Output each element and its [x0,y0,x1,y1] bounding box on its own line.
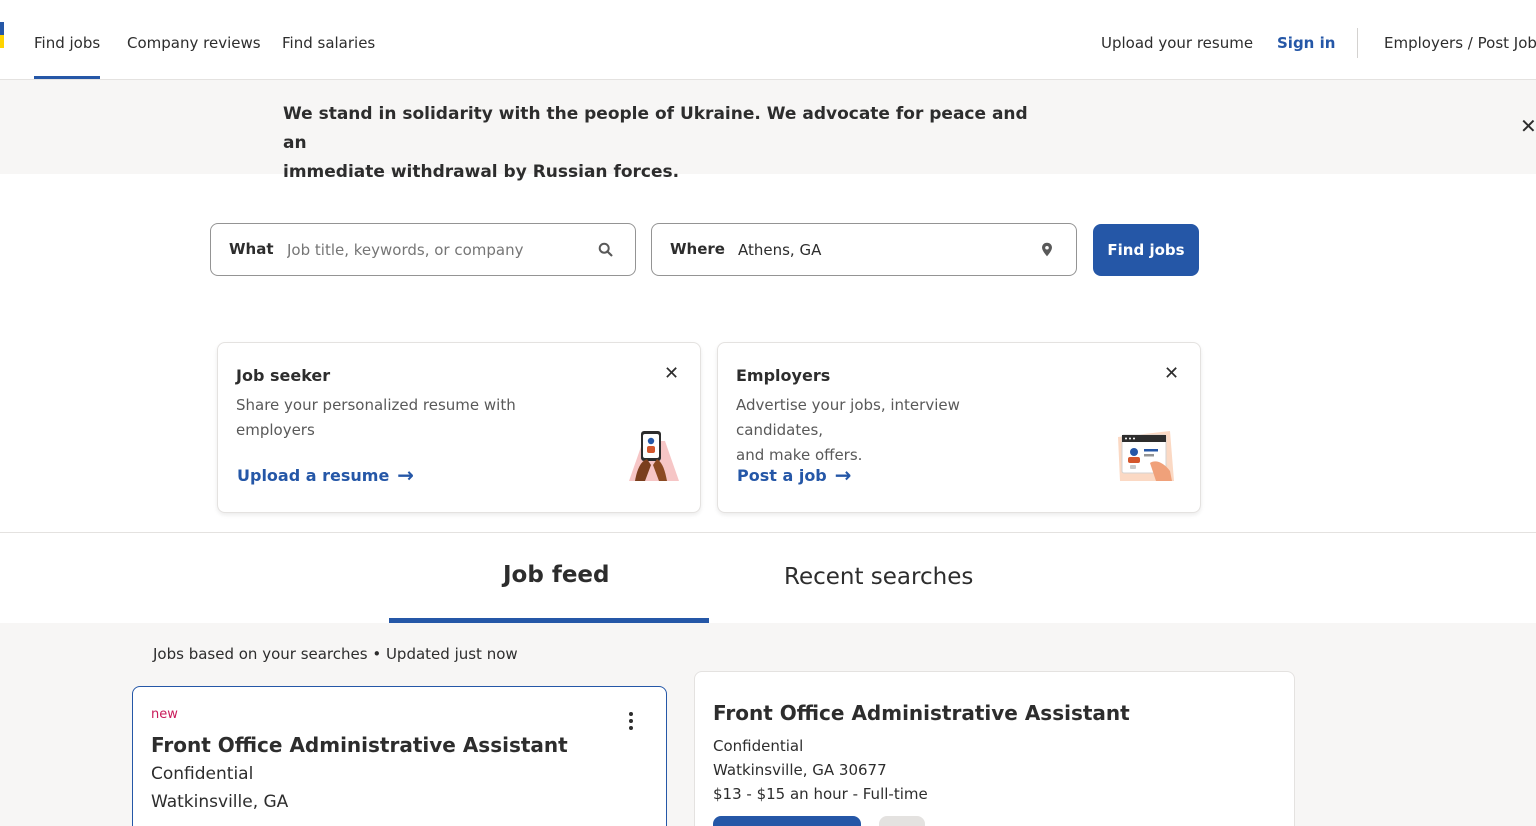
tabs-divider [0,532,1536,533]
feed-meta-text: Jobs based on your searches • Updated ju… [153,645,518,663]
ukraine-flag-icon [0,22,4,48]
nav-find-jobs[interactable]: Find jobs [34,34,100,52]
post-job-cta[interactable]: Post a job → [737,463,852,487]
job-seeker-title: Job seeker [236,366,331,385]
tab-recent-searches[interactable]: Recent searches [784,564,973,590]
employers-description: Advertise your jobs, interview candidate… [736,396,960,464]
top-header: Find jobs Company reviews Find salaries … [0,0,1536,80]
job-card[interactable]: new Front Office Administrative Assistan… [132,686,667,826]
nav-company-reviews[interactable]: Company reviews [127,34,261,52]
where-search-box[interactable]: Where [651,223,1077,276]
upload-resume-cta[interactable]: Upload a resume → [237,463,414,487]
save-job-button[interactable] [879,816,925,826]
location-pin-icon [1042,242,1052,257]
job-seeker-description: Share your personalized resume with empl… [236,396,516,439]
nav-active-indicator [34,76,100,79]
what-input[interactable] [287,232,587,268]
find-jobs-button[interactable]: Find jobs [1093,224,1199,276]
new-badge: new [151,707,178,722]
job-detail-panel: Front Office Administrative Assistant Co… [694,671,1295,826]
job-feed-section: Jobs based on your searches • Updated ju… [0,623,1536,826]
sign-in-link[interactable]: Sign in [1277,34,1335,52]
tab-job-feed[interactable]: Job feed [503,562,610,588]
employers-card: Employers Advertise your jobs, interview… [717,342,1201,513]
detail-location: Watkinsville, GA 30677 [713,761,887,779]
job-company: Confidential [151,764,254,784]
upload-resume-link[interactable]: Upload your resume [1101,34,1253,52]
close-icon[interactable]: ✕ [664,363,679,384]
close-icon[interactable]: ✕ [1520,114,1536,138]
where-input[interactable] [738,232,1028,268]
header-divider [1357,28,1358,58]
detail-pay: $13 - $15 an hour - Full-time [713,785,928,803]
employers-title: Employers [736,366,831,385]
where-label: Where [670,240,725,258]
banner-message: We stand in solidarity with the people o… [283,104,1028,182]
detail-job-title: Front Office Administrative Assistant [713,701,1130,725]
close-icon[interactable]: ✕ [1164,363,1179,384]
job-title[interactable]: Front Office Administrative Assistant [151,733,568,757]
what-label: What [229,240,274,258]
employers-post-job-link[interactable]: Employers / Post Job [1384,34,1536,52]
arrow-right-icon: → [397,463,415,487]
arrow-right-icon: → [834,463,852,487]
job-location: Watkinsville, GA [151,792,289,812]
apply-button[interactable] [713,816,861,826]
solidarity-banner: We stand in solidarity with the people o… [0,80,1536,182]
what-search-box[interactable]: What [210,223,636,276]
nav-find-salaries[interactable]: Find salaries [282,34,375,52]
more-options-icon[interactable] [620,709,642,735]
search-icon [598,242,613,257]
job-seeker-card: Job seeker Share your personalized resum… [217,342,701,513]
job-post-illustration-icon [1118,431,1174,481]
resume-phone-illustration-icon [629,431,679,481]
detail-company[interactable]: Confidential [713,737,803,755]
